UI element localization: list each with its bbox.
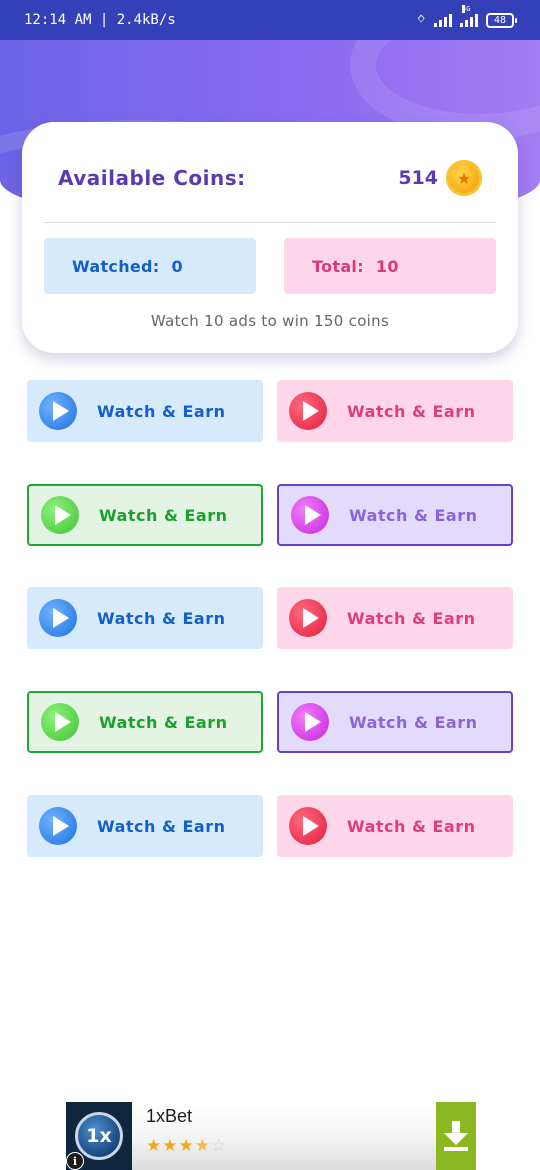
signal-icon — [434, 13, 452, 27]
divider — [44, 222, 496, 223]
status-icons: ᛜ 4G 48 — [416, 5, 517, 29]
watch-earn-label: Watch & Earn — [99, 712, 228, 732]
battery-icon: 48 — [486, 12, 517, 28]
play-icon — [289, 599, 327, 637]
watch-earn-button-9[interactable]: Watch & Earn — [27, 795, 263, 857]
total-count: 10 — [375, 256, 399, 276]
watched-label: Watched: — [72, 256, 160, 276]
total-label: Total: — [312, 256, 364, 276]
coin-icon: ★ — [446, 160, 482, 196]
total-badge: Total: 10 — [284, 238, 496, 294]
ad-title[interactable]: 1xBet — [146, 1106, 192, 1127]
battery-level: 48 — [493, 14, 507, 26]
coins-row: Available Coins: 514 ★ — [58, 158, 482, 198]
bluetooth-icon: ᛜ — [416, 10, 426, 29]
watch-earn-label: Watch & Earn — [97, 401, 226, 421]
ad-info-icon[interactable]: i — [66, 1152, 84, 1170]
watch-earn-label: Watch & Earn — [347, 608, 476, 628]
watch-earn-button-10[interactable]: Watch & Earn — [277, 795, 513, 857]
watch-earn-button-1[interactable]: Watch & Earn — [27, 380, 263, 442]
play-icon — [291, 703, 329, 741]
watched-badge: Watched: 0 — [44, 238, 256, 294]
watch-earn-label: Watch & Earn — [347, 401, 476, 421]
watch-earn-label: Watch & Earn — [349, 505, 478, 525]
empty-star-icon: ☆ — [211, 1136, 227, 1156]
watch-earn-button-3[interactable]: Watch & Earn — [27, 484, 263, 546]
coins-card: Available Coins: 514 ★ Watched: 0 Total:… — [22, 122, 518, 353]
watch-earn-label: Watch & Earn — [97, 608, 226, 628]
download-button[interactable] — [436, 1102, 476, 1170]
half-star-icon: ★ — [194, 1136, 210, 1156]
ad-rating-stars: ★ ★ ★ ★ ☆ — [146, 1138, 226, 1155]
watched-count: 0 — [171, 256, 183, 276]
ad-logo-badge: 1x — [75, 1112, 123, 1160]
status-time-speed: 12:14 AM | 2.4kB/s — [24, 12, 176, 28]
ad-info-glyph: i — [72, 1154, 78, 1168]
watch-earn-button-4[interactable]: Watch & Earn — [277, 484, 513, 546]
play-icon — [41, 496, 79, 534]
watch-earn-label: Watch & Earn — [97, 816, 226, 836]
status-bar: 12:14 AM | 2.4kB/s ᛜ 4G 48 — [0, 0, 540, 40]
star-icon: ★ — [162, 1136, 178, 1156]
play-icon — [289, 392, 327, 430]
ad-logo-text: 1x — [86, 1125, 112, 1147]
play-icon — [41, 703, 79, 741]
download-icon — [444, 1121, 468, 1151]
coins-value: 514 — [398, 167, 438, 189]
play-icon — [39, 599, 77, 637]
watch-earn-button-5[interactable]: Watch & Earn — [27, 587, 263, 649]
star-icon: ★ — [146, 1136, 162, 1156]
available-coins-label: Available Coins: — [58, 166, 246, 190]
play-icon — [291, 496, 329, 534]
watch-earn-label: Watch & Earn — [349, 712, 478, 732]
watch-earn-button-8[interactable]: Watch & Earn — [277, 691, 513, 753]
watch-earn-label: Watch & Earn — [99, 505, 228, 525]
watch-earn-button-2[interactable]: Watch & Earn — [277, 380, 513, 442]
watch-earn-label: Watch & Earn — [347, 816, 476, 836]
watch-earn-button-6[interactable]: Watch & Earn — [277, 587, 513, 649]
coins-value-group: 514 ★ — [398, 160, 482, 196]
reward-hint: Watch 10 ads to win 150 coins — [150, 312, 390, 330]
ad-logo[interactable]: 1x i — [66, 1102, 132, 1170]
play-icon — [289, 807, 327, 845]
star-icon: ★ — [178, 1136, 194, 1156]
ad-banner[interactable]: 1x i 1xBet ★ ★ ★ ★ ☆ — [66, 1102, 476, 1170]
watch-earn-button-7[interactable]: Watch & Earn — [27, 691, 263, 753]
play-icon — [39, 807, 77, 845]
network-type-label: 4G — [462, 5, 471, 13]
play-icon — [39, 392, 77, 430]
signal-4g-icon: 4G — [460, 5, 478, 27]
